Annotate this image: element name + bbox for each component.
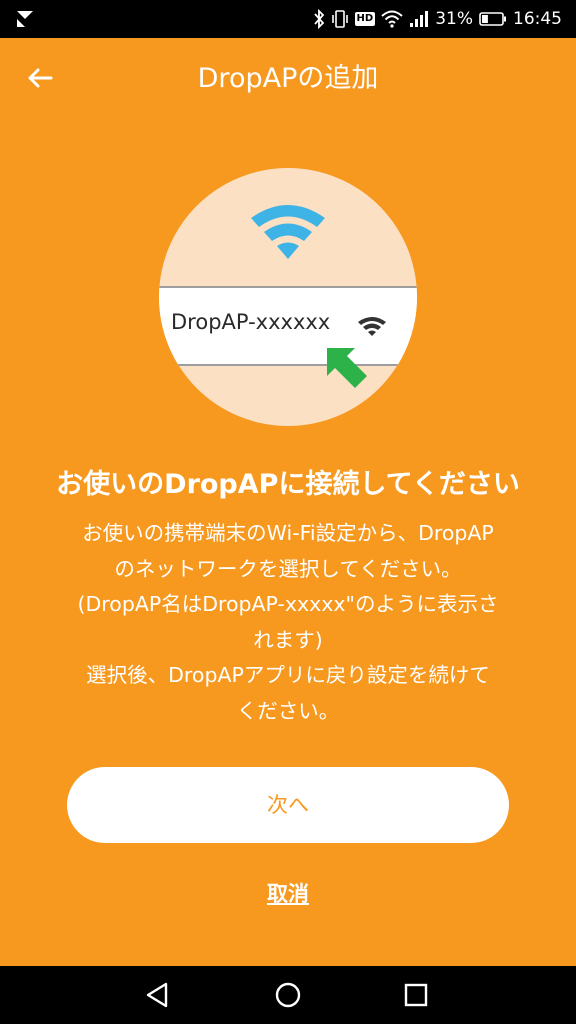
pointer-arrow-icon: [323, 344, 371, 392]
instruction-line: れます): [253, 627, 323, 652]
hd-badge: HD: [354, 12, 376, 26]
status-bar: HD 31% 16:45: [0, 0, 576, 38]
arrow-left-icon: [27, 67, 53, 93]
instructions-text: お使いの携帯端末のWi-Fi設定から、DropAP のネットワークを選択してくだ…: [20, 516, 556, 729]
battery-percent: 31%: [435, 9, 473, 29]
app-notification-icon: [14, 8, 36, 30]
nav-recents-button[interactable]: [398, 977, 434, 1013]
bluetooth-icon: [313, 9, 325, 29]
network-list-item: DropAP-xxxxxx: [159, 286, 417, 366]
add-dropap-screen: HD 31% 16:45 DropAPの追加 DropAP-xxxxxx お使い…: [0, 0, 576, 1024]
instruction-line: 選択後、DropAPアプリに戻り設定を続けて: [86, 663, 490, 687]
nav-back-button[interactable]: [140, 977, 176, 1013]
clock: 16:45: [513, 9, 562, 29]
page-title: DropAPの追加: [197, 63, 379, 94]
next-button[interactable]: 次へ: [67, 767, 509, 843]
instruction-line: お使いの携帯端末のWi-Fi設定から、DropAP: [82, 521, 494, 545]
cell-signal-icon: [409, 10, 429, 28]
navigation-bar: [0, 966, 576, 1024]
wifi-icon: [249, 202, 327, 260]
network-ssid: DropAP-xxxxxx: [171, 310, 331, 334]
app-bar: DropAPの追加: [0, 38, 576, 120]
nav-home-button[interactable]: [270, 977, 306, 1013]
back-triangle-icon: [140, 982, 176, 1017]
instruction-line: ください。: [236, 698, 340, 723]
instruction-line: のネットワークを選択してください。: [114, 556, 462, 581]
wifi-signal-icon: [357, 315, 387, 337]
vibrate-icon: [331, 9, 349, 29]
connect-heading: お使いのDropAPに接続してください: [56, 469, 520, 500]
instruction-line: (DropAP名はDropAP-xxxxx"のように表示さ: [77, 592, 499, 616]
wifi-icon: [381, 10, 403, 28]
battery-icon: [479, 11, 507, 27]
cancel-link[interactable]: 取消: [0, 878, 576, 908]
back-button[interactable]: [20, 60, 60, 100]
wifi-illustration: DropAP-xxxxxx: [159, 168, 417, 426]
home-circle-icon: [270, 982, 306, 1017]
recents-square-icon: [398, 983, 434, 1017]
status-icons: HD 31% 16:45: [313, 0, 562, 38]
